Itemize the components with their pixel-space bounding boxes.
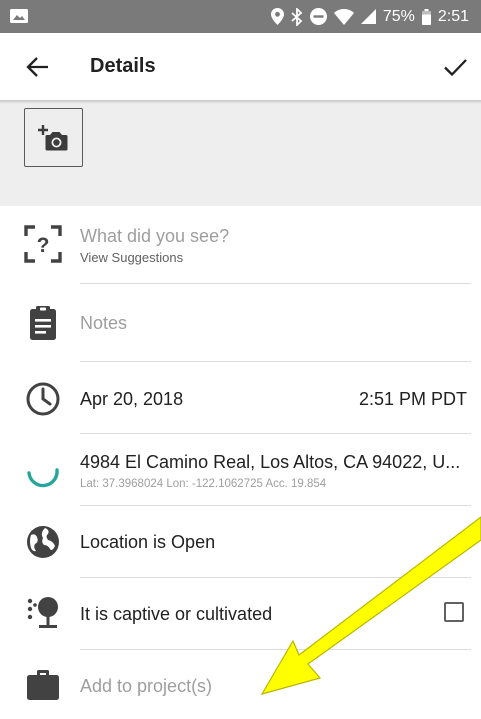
species-input[interactable]: What did you see? [80, 226, 229, 247]
page-title: Details [90, 55, 156, 77]
captive-row[interactable]: It is captive or cultivated [0, 578, 481, 650]
datetime-row[interactable]: Apr 20, 2018 2:51 PM PDT [0, 362, 481, 434]
toolbar: Details [0, 33, 481, 100]
observation-time[interactable]: 2:51 PM PDT [359, 389, 467, 410]
add-photo-button[interactable] [24, 108, 83, 167]
projects-row[interactable]: Add to project(s) [0, 650, 481, 719]
geoprivacy-label: Location is Open [80, 532, 216, 552]
geoprivacy-row[interactable]: Location is Open [0, 506, 481, 578]
status-bar: 75% 2:51 [0, 0, 481, 33]
captive-label: It is captive or cultivated [80, 604, 273, 624]
location-address[interactable]: 4984 El Camino Real, Los Altos, CA 94022… [80, 452, 460, 473]
identify-species-icon: ? [24, 225, 62, 263]
captive-tree-icon [27, 597, 58, 628]
battery-icon [421, 8, 431, 25]
notes-input[interactable]: Notes [80, 313, 127, 334]
globe-icon [27, 526, 59, 558]
clock: 2:51 [437, 7, 469, 25]
toolbar-shadow [0, 100, 481, 104]
location-coordinates: Lat: 37.3968024 Lon: -122.1062725 Acc. 1… [80, 478, 327, 490]
photo-area [0, 100, 481, 206]
briefcase-icon [27, 670, 59, 700]
captive-checkbox[interactable] [444, 602, 464, 622]
species-row[interactable]: ? What did you see? View Suggestions [0, 206, 481, 284]
observation-date[interactable]: Apr 20, 2018 [80, 389, 183, 410]
location-pin-icon [270, 8, 284, 25]
add-to-projects-input[interactable]: Add to project(s) [80, 676, 212, 697]
view-suggestions-link[interactable]: View Suggestions [80, 250, 183, 265]
clock-icon [26, 382, 60, 416]
wifi-icon [333, 8, 354, 25]
notes-row[interactable]: Notes [0, 284, 481, 362]
svg-text:?: ? [37, 234, 50, 257]
battery-percent: 75% [382, 7, 415, 25]
clipboard-icon [30, 306, 56, 340]
add-camera-icon [37, 124, 67, 150]
save-check-icon[interactable] [441, 53, 469, 81]
back-arrow-icon[interactable] [24, 53, 52, 81]
location-loading-spinner-icon [27, 468, 59, 488]
image-notification-icon [10, 9, 28, 23]
bluetooth-icon [291, 7, 303, 26]
location-row[interactable]: 4984 El Camino Real, Los Altos, CA 94022… [0, 434, 481, 506]
do-not-disturb-icon [309, 8, 327, 25]
cell-signal-icon [360, 9, 376, 24]
